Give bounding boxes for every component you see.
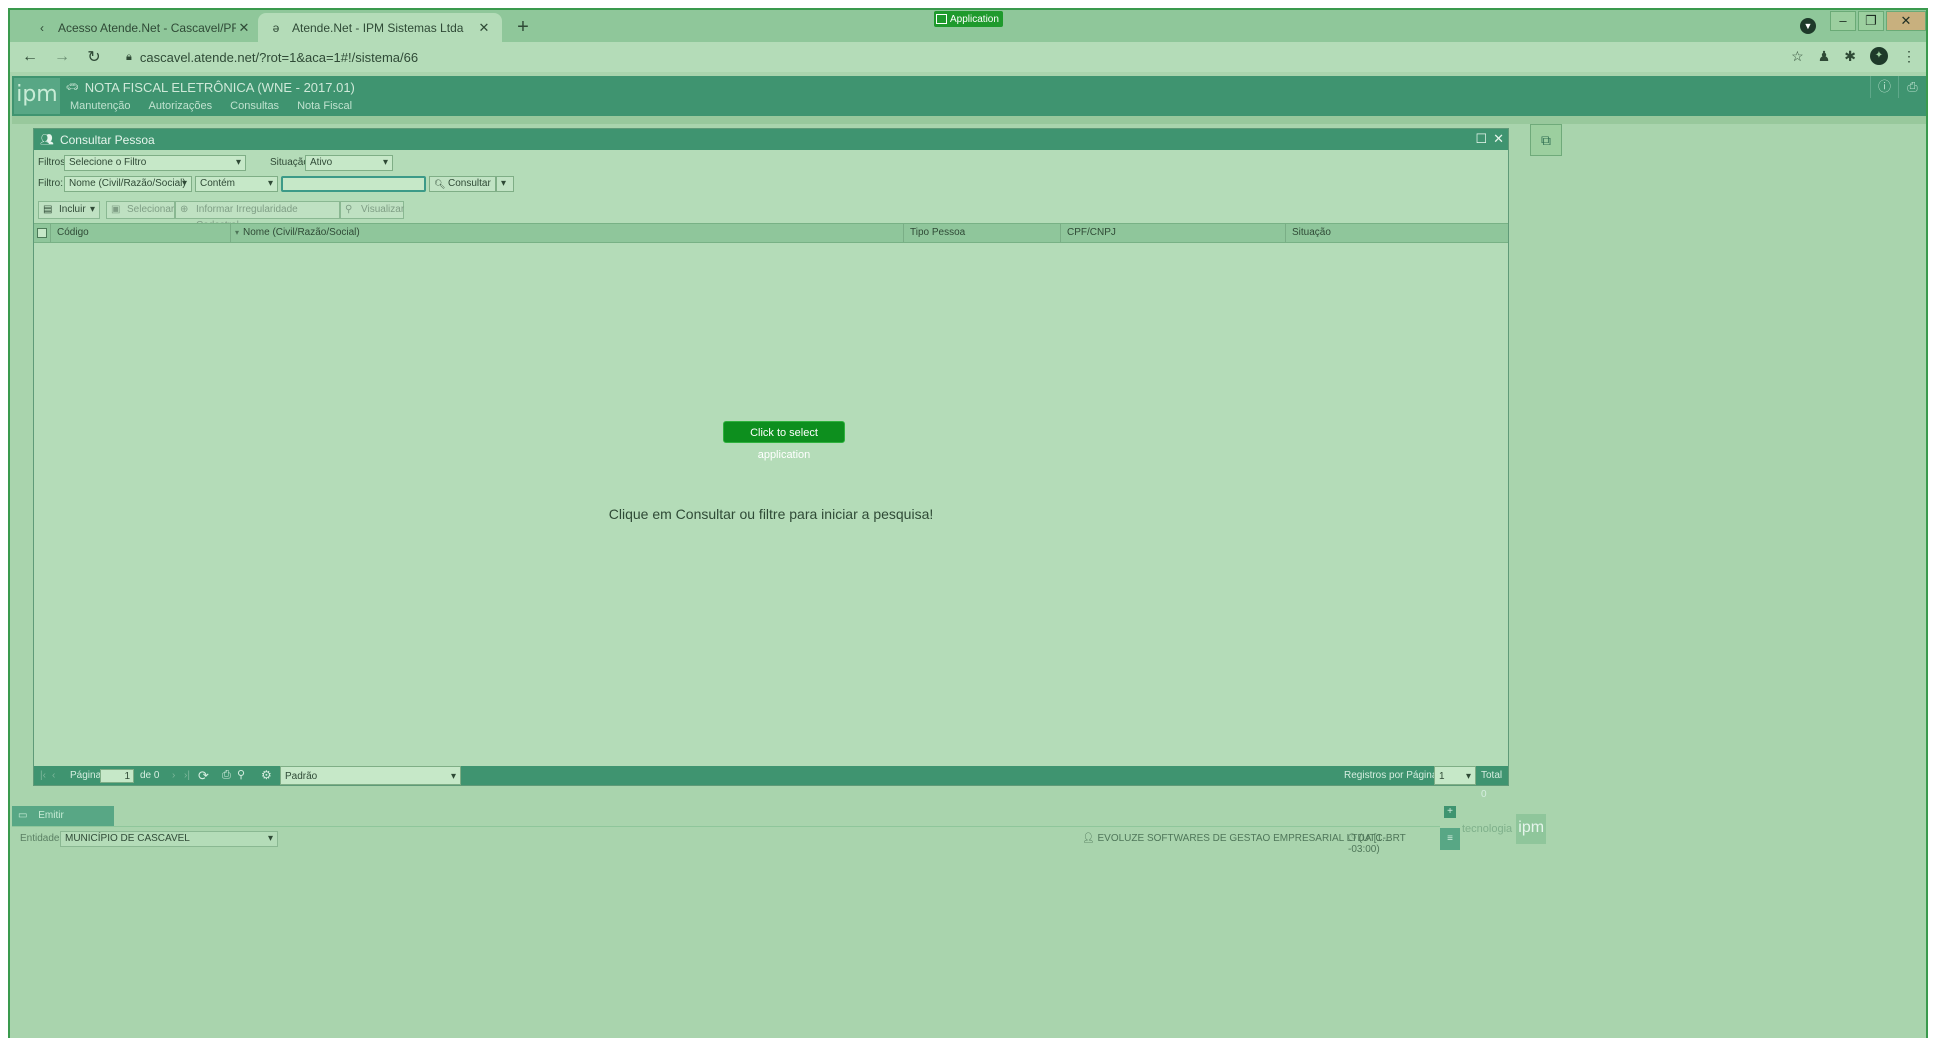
lock-icon: 🔒︎ <box>126 50 132 63</box>
add-icon[interactable]: + <box>1444 806 1456 818</box>
profile-icon[interactable]: ▼ <box>1800 18 1816 34</box>
status-bar: Entidades MUNICÍPIO DE CASCAVEL 👤︎ EVOLU… <box>10 828 1440 855</box>
timezone-text: (UTC-BRT -03:00) <box>1348 833 1406 855</box>
entidade-select[interactable]: MUNICÍPIO DE CASCAVEL <box>60 831 278 847</box>
bottom-tab-label: Emitir <box>38 810 64 821</box>
user-name: EVOLUZE SOFTWARES DE GESTAO EMPRESARIAL … <box>1097 833 1391 844</box>
bookmark-star-icon[interactable]: ☆ <box>1791 48 1804 65</box>
atende-favicon-icon: ə <box>272 20 280 35</box>
toolbar-actions: ☆ ♟ ✱ ✦ ⋮ <box>1791 47 1916 65</box>
user-info[interactable]: 👤︎ EVOLUZE SOFTWARES DE GESTAO EMPRESARI… <box>1082 833 1390 844</box>
extensions-puzzle-icon[interactable]: ✱ <box>1844 48 1856 65</box>
tab-title: Atende.Net - IPM Sistemas Ltda <box>292 20 464 35</box>
address-bar[interactable]: 🔒︎ cascavel.atende.net/?rot=1&aca=1#!/si… <box>126 45 418 69</box>
tab-strip: ‹ Acesso Atende.Net - Cascavel/PR ✕ ə At… <box>10 10 1926 42</box>
back-chevron-icon: ‹ <box>40 20 44 35</box>
bottom-tab-emitir[interactable]: ▭ Emitir <box>12 806 114 826</box>
application-badge-label: Application <box>950 13 999 25</box>
more-menu-icon[interactable]: ⋮ <box>1902 48 1916 65</box>
new-tab-button[interactable]: + <box>512 16 534 39</box>
bottom-divider <box>12 826 1440 827</box>
tab-title: Acesso Atende.Net - Cascavel/PR <box>58 20 236 35</box>
reload-icon[interactable]: ↻ <box>78 47 110 67</box>
list-icon[interactable]: ≡ <box>1440 828 1460 850</box>
browser-toolbar: ← → ↻ 🔒︎ cascavel.atende.net/?rot=1&aca=… <box>10 42 1926 72</box>
entidades-label: Entidades <box>20 833 65 844</box>
side-mini-controls: + ≡ <box>1438 806 1460 850</box>
application-badge[interactable]: Application <box>934 11 1003 27</box>
brand-logo: ipm <box>1516 814 1547 844</box>
brand-corner: tecnologia ipm <box>1462 814 1547 844</box>
minimize-button[interactable]: – <box>1830 11 1856 31</box>
app-footer-layer: ▭ Emitir Entidades MUNICÍPIO DE CASCAVEL… <box>10 72 1926 1056</box>
brand-text: tecnologia <box>1462 823 1513 835</box>
tab-close-icon[interactable]: ✕ <box>476 20 492 36</box>
window-icon <box>936 14 947 24</box>
clock-icon: 🕓︎ <box>1348 833 1356 844</box>
tab-close-icon[interactable]: ✕ <box>236 20 252 36</box>
user-icon: 👤︎ <box>1082 833 1095 844</box>
restore-button[interactable]: ❐ <box>1858 11 1884 31</box>
forward-arrow-icon[interactable]: → <box>46 48 78 66</box>
profile-check-icon[interactable]: ♟ <box>1818 48 1831 65</box>
url-text: cascavel.atende.net/?rot=1&aca=1#!/siste… <box>139 49 419 65</box>
tab-acesso[interactable]: ‹ Acesso Atende.Net - Cascavel/PR ✕ <box>24 13 262 42</box>
back-arrow-icon[interactable]: ← <box>14 48 46 66</box>
taskbar-strip <box>0 1038 1936 1056</box>
tab-atende[interactable]: ə Atende.Net - IPM Sistemas Ltda ✕ <box>258 13 502 42</box>
window-controls: – ❐ ✕ <box>1828 11 1926 31</box>
close-window-button[interactable]: ✕ <box>1886 11 1926 31</box>
browser-window: ‹ Acesso Atende.Net - Cascavel/PR ✕ ə At… <box>8 8 1928 1056</box>
extension-icon[interactable]: ✦ <box>1870 47 1888 65</box>
timezone-info: 🕓︎ (UTC-BRT -03:00) <box>1348 833 1440 855</box>
window-icon: ▭ <box>18 810 28 821</box>
